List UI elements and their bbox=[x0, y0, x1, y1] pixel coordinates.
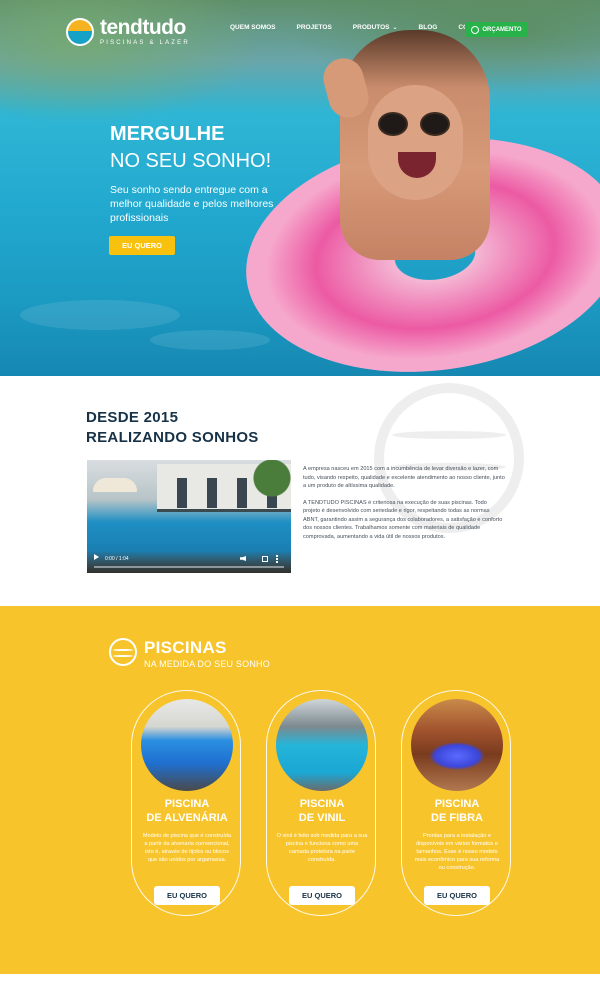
video-palm-image bbox=[252, 460, 291, 520]
video-controls bbox=[87, 551, 291, 573]
water-ripple bbox=[150, 330, 270, 350]
about-text: A empresa nasceu em 2015 com a incumbênc… bbox=[303, 465, 505, 549]
pool-card-vinil: PISCINA DE VINIL O vinil é feito sob med… bbox=[266, 690, 376, 916]
pool-card-title: PISCINA bbox=[299, 798, 345, 810]
video-umbrella-image bbox=[93, 478, 137, 492]
fullscreen-icon[interactable] bbox=[262, 556, 268, 562]
pool-fibra-image bbox=[411, 699, 503, 791]
pool-card-title: PISCINA bbox=[164, 798, 210, 810]
whatsapp-icon bbox=[471, 25, 480, 34]
about-heading-line2: REALIZANDO SONHOS bbox=[86, 429, 259, 446]
pool-alvenaria-image bbox=[141, 699, 233, 791]
nav-quem-somos[interactable]: QUEM SOMOS bbox=[230, 24, 276, 31]
pools-subtitle: NA MEDIDA DO SEU SONHO bbox=[144, 659, 270, 669]
hero-section: tendtudo PISCINAS & LAZER QUEM SOMOS PRO… bbox=[0, 0, 600, 376]
orcamento-label: ORÇAMENTO bbox=[482, 26, 522, 33]
logo-sun-wave-icon bbox=[66, 17, 94, 46]
pool-card-description: Prontas para a instalação e disponíveis … bbox=[414, 833, 500, 871]
sunglasses-image bbox=[378, 112, 454, 136]
pool-card-button[interactable]: EU QUERO bbox=[289, 886, 355, 905]
pool-logo-icon bbox=[109, 638, 137, 666]
chevron-down-icon: ⌄ bbox=[392, 25, 398, 31]
video-time: 0:00 / 1:04 bbox=[105, 556, 129, 562]
pool-card-title-line2: DE VINIL bbox=[298, 812, 346, 824]
nav-blog[interactable]: BLOG bbox=[419, 24, 438, 31]
pool-card-title: PISCINA bbox=[434, 798, 480, 810]
pool-vinil-image bbox=[276, 699, 368, 791]
pool-card-fibra: PISCINA DE FIBRA Prontas para a instalaç… bbox=[401, 690, 511, 916]
hero-cta-button[interactable]: EU QUERO bbox=[109, 236, 175, 255]
hero-title-line2: NO SEU SONHO! bbox=[110, 150, 272, 172]
pools-title: PISCINAS bbox=[144, 638, 227, 657]
pool-card-title-line2: DE ALVENÁRIA bbox=[146, 812, 228, 824]
about-paragraph-1: A empresa nasceu em 2015 com a incumbênc… bbox=[303, 466, 505, 489]
pool-card-description: O vinil é feito sob medida para a sua pi… bbox=[276, 833, 368, 863]
nav-produtos-label: PRODUTOS bbox=[352, 24, 390, 31]
nav-projetos[interactable]: PROJETOS bbox=[297, 24, 332, 31]
water-ripple bbox=[20, 300, 180, 330]
pool-card-button[interactable]: EU QUERO bbox=[154, 886, 220, 905]
top-navbar: tendtudo PISCINAS & LAZER QUEM SOMOS PRO… bbox=[0, 0, 600, 60]
about-paragraph-2: A TENDTUDO PISCINAS é criteriosa na exec… bbox=[303, 499, 503, 540]
footer-strip bbox=[0, 974, 600, 1000]
brand-name: tendtudo bbox=[100, 16, 186, 39]
hero-person-face bbox=[368, 85, 463, 200]
more-options-icon[interactable] bbox=[276, 555, 278, 563]
about-video-player[interactable]: 0:00 / 1:04 bbox=[87, 460, 291, 573]
pool-card-title-line2: DE FIBRA bbox=[431, 812, 483, 824]
pool-card-description: Modelo de piscina que é construída a par… bbox=[142, 833, 232, 863]
pool-card-alvenaria: PISCINA DE ALVENÁRIA Modelo de piscina q… bbox=[131, 690, 241, 916]
pool-card-button[interactable]: EU QUERO bbox=[424, 886, 490, 905]
brand-logo[interactable]: tendtudo PISCINAS & LAZER bbox=[66, 17, 190, 46]
nav-produtos[interactable]: PRODUTOS ⌄ bbox=[353, 24, 398, 31]
hero-title: MERGULHE bbox=[110, 123, 225, 145]
about-heading: DESDE 2015 bbox=[86, 409, 179, 426]
brand-tagline: PISCINAS & LAZER bbox=[100, 40, 190, 46]
play-icon[interactable] bbox=[94, 554, 99, 560]
orcamento-button[interactable]: ORÇAMENTO bbox=[465, 22, 528, 37]
hero-subtitle: Seu sonho sendo entregue com a melhor qu… bbox=[110, 184, 274, 224]
video-progress-bar[interactable] bbox=[94, 566, 284, 568]
